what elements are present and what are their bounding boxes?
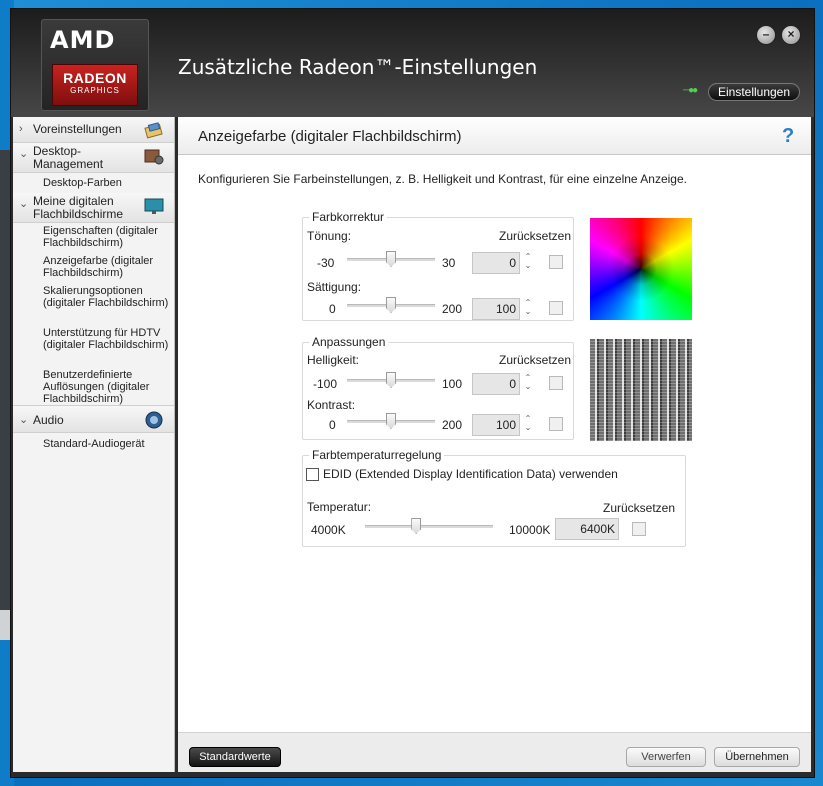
reset-label: Zurücksetzen (499, 229, 572, 243)
helligkeit-slider[interactable] (386, 372, 396, 388)
logo-radeon-badge: RADEON GRAPHICS (52, 64, 138, 106)
saettigung-spinner[interactable]: ⌃ ⌄ (523, 298, 533, 316)
connection-status-icon: ─●● (683, 85, 698, 96)
group-legend: Farbkorrektur (309, 210, 388, 224)
helligkeit-min: -100 (313, 377, 338, 391)
sidebar-item-meine-digitalen-flachbildschirme[interactable]: ⌄ Meine digitalen Flachbildschirme (13, 193, 174, 223)
logo-brand: AMD (50, 26, 116, 54)
color-wheel-preview (590, 218, 692, 320)
edid-checkbox[interactable] (306, 468, 319, 481)
sidebar-item-audio[interactable]: ⌄ Audio (13, 405, 174, 433)
kontrast-label: Kontrast: (307, 398, 356, 412)
chevron-down-icon: ⌄ (19, 414, 29, 426)
reset-label: Zurücksetzen (499, 353, 572, 367)
temperatur-slider-track (365, 525, 493, 528)
minimize-button[interactable]: – (756, 25, 776, 45)
helligkeit-reset-checkbox[interactable] (549, 376, 563, 390)
toenung-slider[interactable] (386, 251, 396, 267)
content-panel: Anzeigefarbe (digitaler Flachbildschirm)… (178, 117, 811, 772)
sidebar-item-desktop-farben[interactable]: Desktop-Farben (13, 173, 174, 193)
kontrast-reset-checkbox[interactable] (549, 417, 563, 431)
temperatur-label: Temperatur: (307, 500, 372, 514)
page-description: Konfigurieren Sie Farbeinstellungen, z. … (198, 172, 687, 186)
saettigung-slider[interactable] (386, 297, 396, 313)
anpassungen-group: Anpassungen Helligkeit: Zurücksetzen -10… (302, 335, 574, 440)
toenung-min: -30 (317, 256, 335, 270)
toenung-value-field[interactable]: 0 (472, 252, 520, 274)
saettigung-reset-checkbox[interactable] (549, 301, 563, 315)
speaker-icon (145, 411, 163, 429)
sidebar-item-eigenschaften[interactable]: Eigenschaften (digitaler Flachbildschirm… (13, 225, 174, 255)
chevron-down-icon: ⌄ (19, 148, 29, 160)
reset-label: Zurücksetzen (603, 501, 676, 515)
temperatur-value-field[interactable]: 6400K (555, 518, 619, 540)
helligkeit-spinner[interactable]: ⌃ ⌄ (523, 373, 533, 391)
desktop-management-icon (144, 149, 164, 165)
verwerfen-button[interactable]: Verwerfen (626, 747, 706, 767)
title-bar: AMD RADEON GRAPHICS Zusätzliche Radeon™-… (11, 9, 814, 117)
kontrast-min: 0 (329, 418, 336, 432)
sidebar-item-voreinstellungen[interactable]: › Voreinstellungen (13, 117, 174, 143)
farbkorrektur-group: Farbkorrektur Tönung: Zurücksetzen -30 3… (302, 210, 574, 321)
presets-icon (144, 122, 163, 139)
content-header: Anzeigefarbe (digitaler Flachbildschirm)… (178, 117, 811, 155)
background-window-edge (0, 150, 10, 610)
temperatur-min: 4000K (311, 523, 346, 537)
sidebar: › Voreinstellungen ⌄ Desktop-Management … (13, 117, 175, 772)
saettigung-label: Sättigung: (307, 280, 362, 294)
kontrast-max: 200 (442, 418, 463, 432)
uebernehmen-button[interactable]: Übernehmen (714, 747, 800, 767)
radeon-settings-window: AMD RADEON GRAPHICS Zusätzliche Radeon™-… (10, 8, 815, 778)
sidebar-item-label: Audio (33, 413, 64, 427)
close-button[interactable]: × (781, 25, 801, 45)
toenung-spinner[interactable]: ⌃ ⌄ (523, 252, 533, 270)
background-window-edge-light (0, 610, 10, 640)
chevron-right-icon: › (19, 123, 23, 135)
standardwerte-button[interactable]: Standardwerte (189, 747, 281, 767)
temperatur-slider[interactable] (411, 518, 422, 534)
page-title: Anzeigefarbe (digitaler Flachbildschirm) (198, 128, 462, 145)
app-title: Zusätzliche Radeon™-Einstellungen (178, 55, 538, 79)
amd-radeon-logo: AMD RADEON GRAPHICS (41, 19, 149, 111)
temperatur-reset-checkbox[interactable] (632, 522, 646, 536)
sidebar-item-desktop-management[interactable]: ⌄ Desktop-Management (13, 143, 174, 173)
logo-sub: GRAPHICS (70, 86, 120, 95)
sidebar-item-standard-audiogeraet[interactable]: Standard-Audiogerät (13, 433, 174, 455)
kontrast-spinner[interactable]: ⌃ ⌄ (523, 414, 533, 432)
sidebar-item-skalierungsoptionen[interactable]: Skalierungsoptionen (digitaler Flachbild… (13, 285, 174, 327)
helligkeit-max: 100 (442, 377, 463, 391)
sidebar-item-anzeigefarbe[interactable]: Anzeigefarbe (digitaler Flachbildschirm) (13, 255, 174, 285)
helligkeit-label: Helligkeit: (307, 353, 360, 367)
temperatur-max: 10000K (509, 523, 551, 537)
sidebar-item-label: Desktop-Management (33, 144, 104, 171)
group-legend: Farbtemperaturregelung (309, 448, 445, 462)
saettigung-value-field[interactable]: 100 (472, 298, 520, 320)
kontrast-value-field[interactable]: 100 (472, 414, 520, 436)
toenung-max: 30 (442, 256, 456, 270)
group-legend: Anpassungen (309, 335, 389, 349)
kontrast-slider[interactable] (386, 413, 396, 429)
saettigung-min: 0 (329, 302, 336, 316)
sidebar-item-label: Meine digitalen Flachbildschirme (33, 194, 124, 221)
sidebar-item-label: Voreinstellungen (33, 122, 122, 136)
toenung-reset-checkbox[interactable] (549, 255, 563, 269)
contrast-pattern-preview (590, 339, 692, 441)
logo-product: RADEON (63, 70, 127, 86)
sidebar-item-benutzerdefinierte-aufloesungen[interactable]: Benutzerdefinierte Auflösungen (digitale… (13, 369, 174, 405)
help-icon[interactable]: ? (782, 125, 794, 148)
sidebar-sublist: Eigenschaften (digitaler Flachbildschirm… (13, 223, 174, 405)
chevron-down-icon: ⌄ (19, 198, 29, 210)
saettigung-max: 200 (442, 302, 463, 316)
footer-bar: Standardwerte Verwerfen Übernehmen (178, 732, 811, 772)
farbtemperatur-group: Farbtemperaturregelung EDID (Extended Di… (302, 448, 686, 547)
toenung-label: Tönung: (307, 229, 352, 243)
edid-label: EDID (Extended Display Identification Da… (323, 467, 618, 481)
monitor-icon (144, 198, 164, 214)
sidebar-item-hdtv[interactable]: Unterstützung für HDTV (digitaler Flachb… (13, 327, 174, 369)
settings-button[interactable]: Einstellungen (708, 83, 800, 101)
helligkeit-value-field[interactable]: 0 (472, 373, 520, 395)
